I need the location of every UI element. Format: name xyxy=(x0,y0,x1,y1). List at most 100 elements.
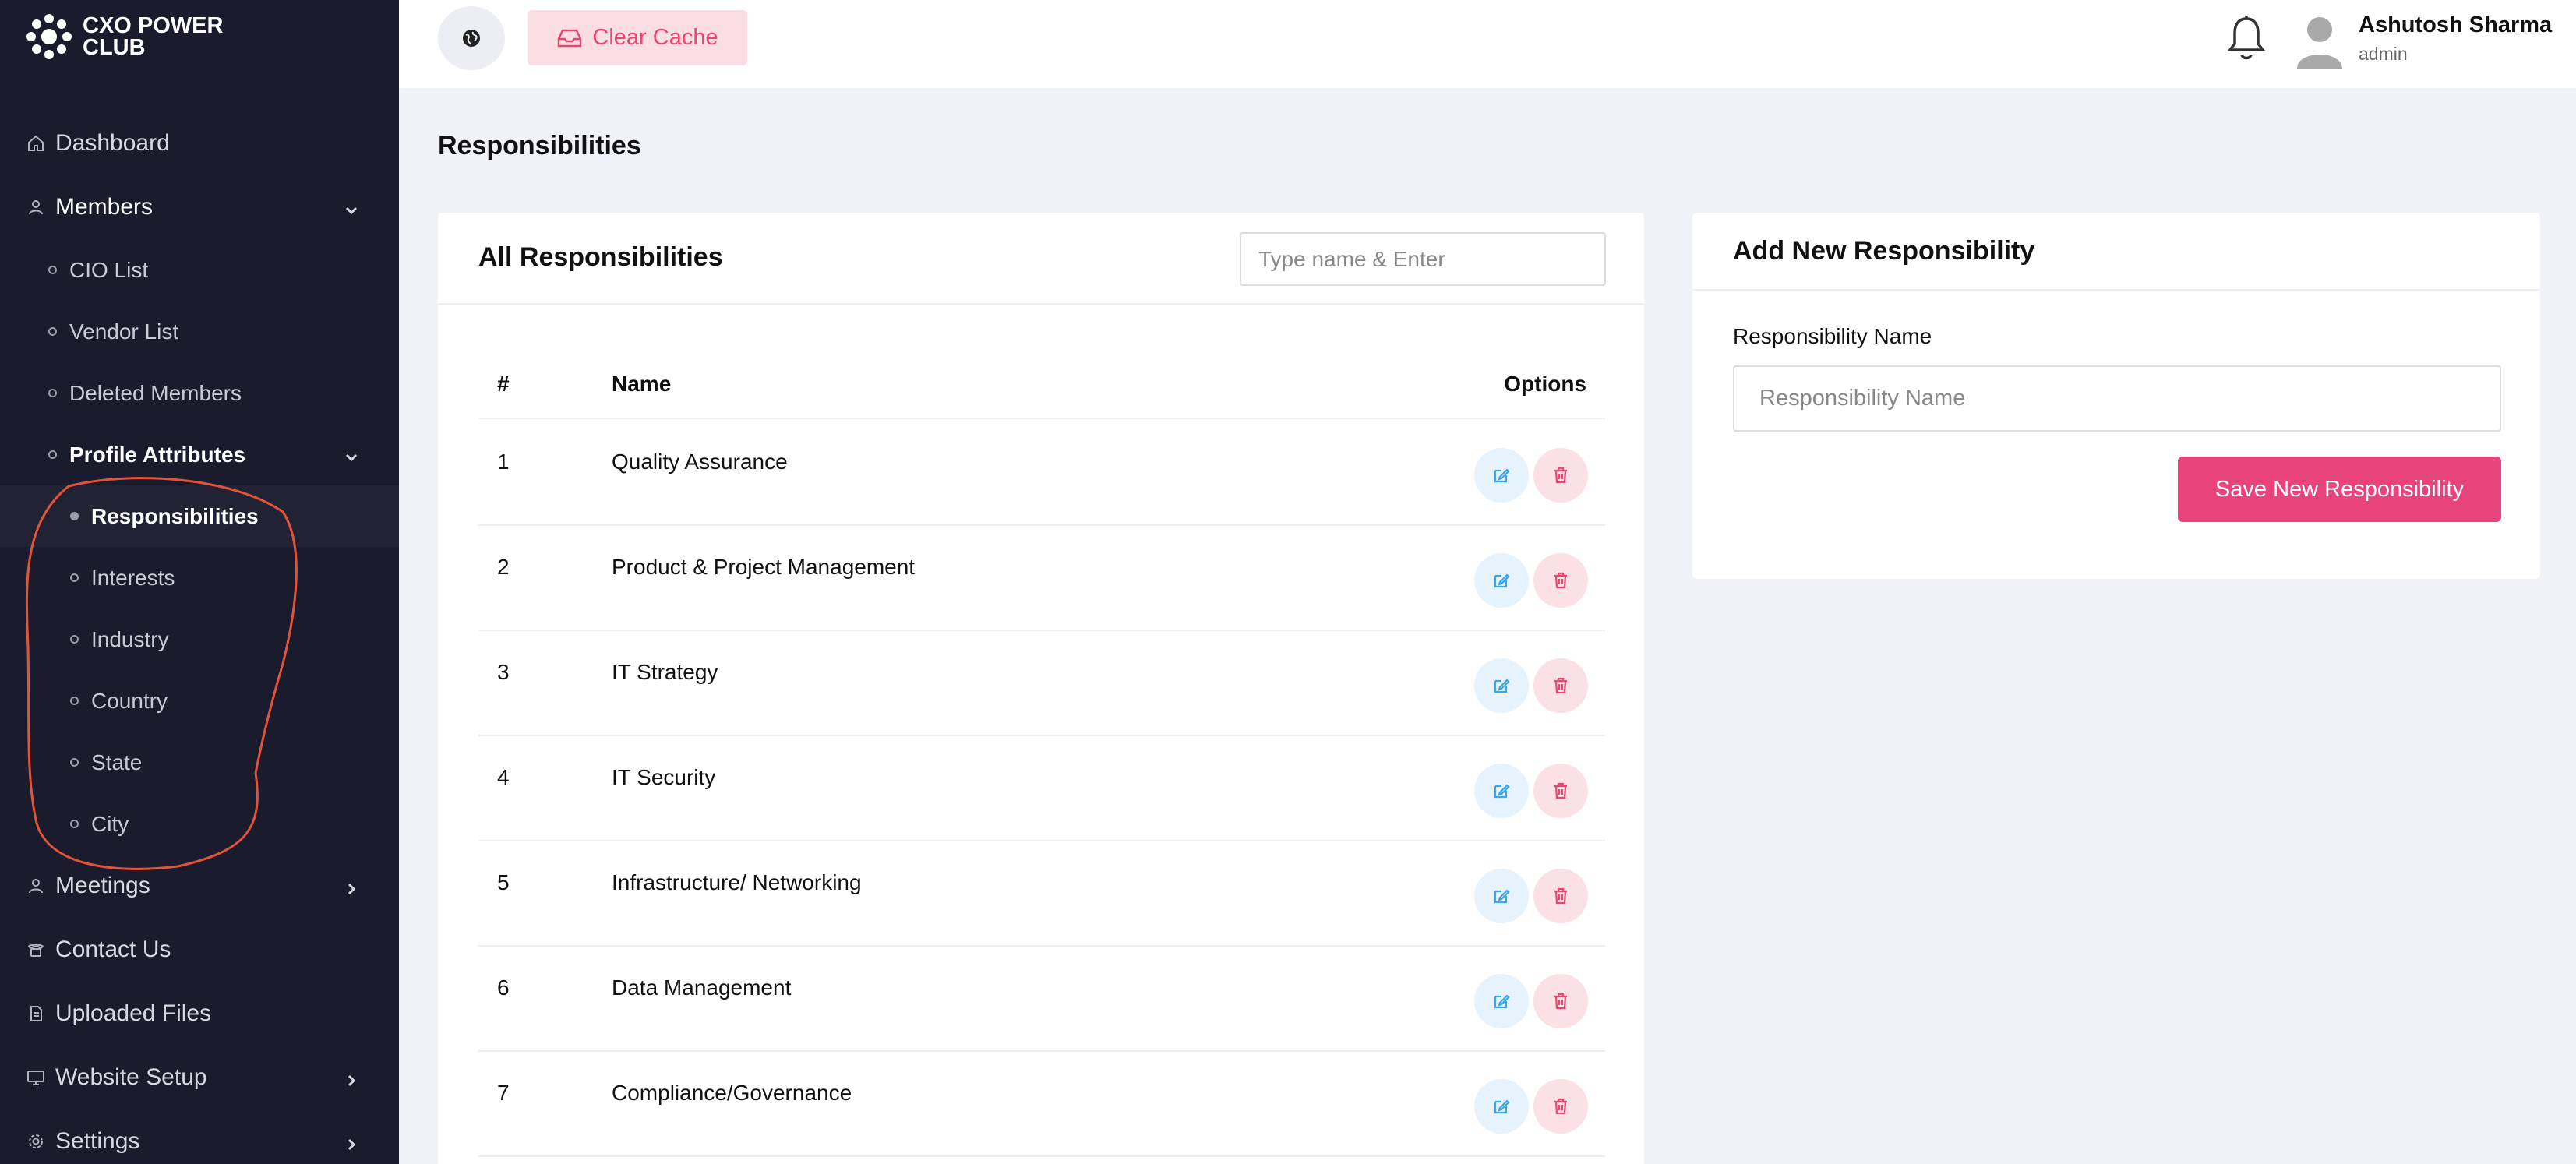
edit-button[interactable] xyxy=(1474,869,1529,923)
column-header-number: # xyxy=(497,372,510,396)
edit-button[interactable] xyxy=(1474,658,1529,713)
edit-button[interactable] xyxy=(1474,1079,1529,1134)
edit-icon xyxy=(1494,889,1510,904)
sidebar-item-contact-us[interactable]: Contact Us xyxy=(0,919,399,981)
add-responsibility-card: Add New Responsibility Responsibility Na… xyxy=(1692,213,2540,579)
delete-button[interactable] xyxy=(1533,974,1588,1028)
row-name: Compliance/Governance xyxy=(612,1081,852,1105)
edit-button[interactable] xyxy=(1474,553,1529,608)
edit-icon xyxy=(1494,1099,1510,1114)
chevron-down-icon xyxy=(343,446,360,464)
table-row: 3 IT Strategy xyxy=(478,631,1605,736)
language-button[interactable] xyxy=(438,6,505,70)
table-row: 1 Quality Assurance xyxy=(478,421,1605,526)
chevron-right-icon xyxy=(343,877,360,895)
edit-icon xyxy=(1494,994,1510,1009)
trash-icon xyxy=(1554,782,1567,799)
trash-icon xyxy=(1554,467,1567,484)
delete-button[interactable] xyxy=(1533,448,1588,503)
sidebar-item-label: Meetings xyxy=(55,873,150,898)
page-title: Responsibilities xyxy=(438,131,641,160)
edit-icon xyxy=(1494,679,1510,693)
trash-icon xyxy=(1554,677,1567,694)
card-header: All Responsibilities xyxy=(438,213,1644,305)
edit-button[interactable] xyxy=(1474,448,1529,503)
card-title: Add New Responsibility xyxy=(1733,236,2035,266)
sidebar-item-label: Vendor List xyxy=(69,319,179,344)
topbar: Clear Cache Ashutosh Sharma admin xyxy=(399,0,2576,88)
delete-button[interactable] xyxy=(1533,658,1588,713)
table-row: 4 IT Security xyxy=(478,736,1605,841)
row-number: 2 xyxy=(497,555,510,579)
clear-cache-button[interactable]: Clear Cache xyxy=(528,10,747,65)
bullet-icon xyxy=(48,450,57,459)
sidebar-item-uploaded-files[interactable]: Uploaded Files xyxy=(0,982,399,1045)
avatar[interactable] xyxy=(2294,12,2345,69)
sidebar-item-meetings[interactable]: Meetings xyxy=(0,855,399,917)
phone-icon xyxy=(26,940,46,960)
delete-button[interactable] xyxy=(1533,553,1588,608)
edit-button[interactable] xyxy=(1474,764,1529,818)
save-new-responsibility-button[interactable]: Save New Responsibility xyxy=(2178,457,2501,522)
sidebar-item-label: Dashboard xyxy=(55,130,170,156)
bullet-icon xyxy=(48,389,57,397)
user-icon xyxy=(26,876,46,896)
row-number: 3 xyxy=(497,660,510,684)
user-name[interactable]: Ashutosh Sharma xyxy=(2359,12,2552,38)
sidebar-item-label: Profile Attributes xyxy=(69,442,246,467)
brand-text: CXO POWER CLUB xyxy=(83,15,223,59)
file-icon xyxy=(26,1004,46,1024)
edit-button[interactable] xyxy=(1474,974,1529,1028)
user-role: admin xyxy=(2359,44,2408,64)
sidebar-item-members[interactable]: Members xyxy=(0,176,399,238)
sidebar-item-vendor-list[interactable]: Vendor List xyxy=(0,301,399,362)
responsibility-name-field[interactable] xyxy=(1733,365,2501,432)
sidebar-item-label: Uploaded Files xyxy=(55,1000,212,1026)
globe-icon xyxy=(463,30,480,47)
sidebar-item-dashboard[interactable]: Dashboard xyxy=(0,112,399,175)
brand-logo[interactable]: CXO POWER CLUB xyxy=(25,12,223,61)
row-name: Infrastructure/ Networking xyxy=(612,870,862,894)
delete-button[interactable] xyxy=(1533,764,1588,818)
clear-cache-label: Clear Cache xyxy=(592,25,718,50)
home-icon xyxy=(26,133,46,153)
delete-button[interactable] xyxy=(1533,869,1588,923)
sidebar-item-cio-list[interactable]: CIO List xyxy=(0,239,399,301)
gear-icon xyxy=(26,1131,46,1152)
sidebar-item-website-setup[interactable]: Website Setup xyxy=(0,1046,399,1109)
table-row: 7 Compliance/Governance xyxy=(478,1052,1605,1157)
trash-icon xyxy=(1554,572,1567,589)
search-input[interactable] xyxy=(1240,232,1606,286)
chevron-down-icon xyxy=(343,199,360,216)
inbox-icon xyxy=(558,29,582,47)
row-number: 5 xyxy=(497,870,510,894)
column-header-options: Options xyxy=(1504,372,1586,396)
edit-icon xyxy=(1494,784,1510,799)
table-row: 2 Product & Project Management xyxy=(478,526,1605,631)
sidebar-item-label: Contact Us xyxy=(55,936,171,962)
row-name: IT Security xyxy=(612,765,716,789)
column-header-name: Name xyxy=(612,372,672,396)
responsibilities-list-card: All Responsibilities # Name Options 1 Qu… xyxy=(438,213,1644,1164)
table-row: 6 Data Management xyxy=(478,947,1605,1052)
trash-icon xyxy=(1554,993,1567,1010)
table-row: 5 Infrastructure/ Networking xyxy=(478,841,1605,947)
card-header: Add New Responsibility xyxy=(1692,213,2540,291)
logo-icon xyxy=(26,14,72,59)
row-number: 7 xyxy=(497,1081,510,1105)
notifications-button[interactable] xyxy=(2225,14,2267,64)
sidebar-item-label: Members xyxy=(55,194,154,220)
row-name: Quality Assurance xyxy=(612,450,788,474)
sidebar-item-label: CIO List xyxy=(69,257,149,282)
sidebar-item-deleted-members[interactable]: Deleted Members xyxy=(0,362,399,424)
sidebar-item-label: Settings xyxy=(55,1128,140,1154)
sidebar: CXO POWER CLUB Dashboard Members CIO Lis… xyxy=(0,0,399,1164)
responsibility-name-label: Responsibility Name xyxy=(1733,324,1932,348)
bullet-icon xyxy=(48,327,57,336)
row-number: 1 xyxy=(497,450,510,474)
monitor-icon xyxy=(26,1067,46,1088)
delete-button[interactable] xyxy=(1533,1079,1588,1134)
row-name: Product & Project Management xyxy=(612,555,916,579)
bullet-icon xyxy=(48,266,57,274)
sidebar-item-settings[interactable]: Settings xyxy=(0,1110,399,1164)
